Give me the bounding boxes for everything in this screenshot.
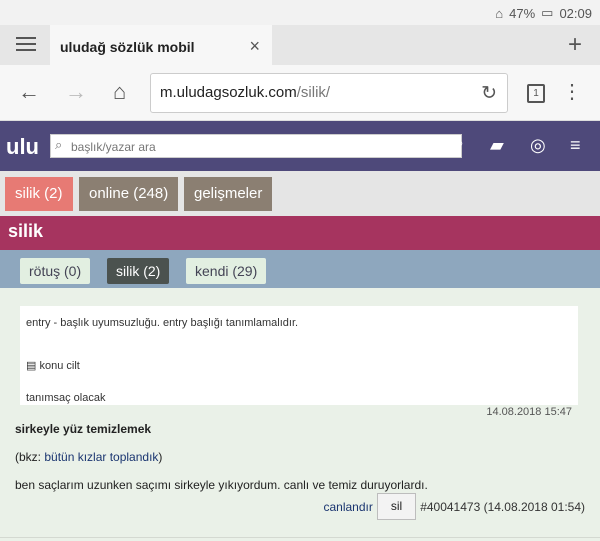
battery-icon: ▭: [541, 5, 554, 20]
status-bar: ⌂ 47% ▭ 02:09: [0, 0, 600, 25]
search-input[interactable]: ⌕ başlık/yazar ara: [50, 134, 462, 158]
page-title: silik: [8, 221, 44, 241]
delete-button[interactable]: sil: [376, 493, 417, 520]
address-field[interactable]: m.uludagsozluk.com/silik/ ↻: [150, 73, 508, 113]
back-icon[interactable]: ←: [18, 79, 40, 105]
wifi-icon: ⌂: [495, 5, 504, 21]
menu-icon[interactable]: ≡: [570, 135, 581, 156]
tab-rotus[interactable]: rötuş (0): [20, 258, 91, 284]
new-tab-icon[interactable]: +: [568, 31, 582, 59]
battery-level: 47%: [509, 5, 536, 21]
url-text: m.uludagsozluk.com/silik/: [160, 84, 330, 101]
menu-icon[interactable]: [16, 37, 36, 55]
page-header: silik: [0, 216, 600, 250]
bkz-suffix: ): [158, 450, 163, 464]
browser-tab[interactable]: uludağ sözlük mobil ×: [50, 25, 272, 65]
more-options-icon[interactable]: ⋮: [562, 79, 582, 104]
close-icon[interactable]: ×: [249, 36, 260, 57]
book-label: konu cilt: [39, 360, 80, 372]
tab-kendi[interactable]: kendi (29): [186, 258, 267, 284]
forward-icon[interactable]: →: [65, 79, 87, 105]
reload-icon[interactable]: ↻: [481, 82, 497, 105]
notice-date: 14.08.2018 15:47: [486, 406, 572, 418]
divider: [0, 537, 600, 538]
notice-topic: ▤ konu cilt: [26, 359, 80, 372]
browser-tab-strip: uludağ sözlük mobil × +: [0, 25, 600, 65]
filter-online[interactable]: online (248): [79, 177, 179, 211]
deletion-notice: entry - başlık uyumsuzluğu. entry başlığ…: [20, 306, 578, 418]
notice-message: entry - başlık uyumsuzluğu. entry başlığ…: [26, 317, 299, 329]
site-header: ulu ⌕ başlık/yazar ara ⌕ ▰ ◎ ≡: [0, 121, 600, 171]
entry-title[interactable]: sirkeyle yüz temizlemek: [15, 422, 151, 436]
address-toolbar: ← → ⌂ m.uludagsozluk.com/silik/ ↻ 1 ⋮: [0, 65, 600, 121]
home-icon[interactable]: ⌂: [113, 79, 126, 105]
subtab-bar: rötuş (0) silik (2) kendi (29): [0, 250, 600, 288]
content-area: entry - başlık uyumsuzluğu. entry başlığ…: [0, 288, 600, 541]
site-logo[interactable]: ulu: [6, 134, 39, 160]
tab-switcher-icon[interactable]: 1: [527, 84, 545, 103]
messages-icon[interactable]: ▰: [490, 135, 504, 156]
entry-meta: #40041473 (14.08.2018 01:54): [420, 499, 585, 514]
url-domain: m.uludagsozluk.com: [160, 84, 297, 101]
bkz-link[interactable]: bütün kızlar toplandık: [44, 450, 158, 464]
bkz-prefix: (bkz:: [15, 450, 45, 464]
notice-follow-up: tanımsaç olacak: [26, 392, 106, 404]
revive-link[interactable]: canlandır: [323, 500, 372, 514]
book-icon: ▤: [26, 360, 37, 372]
tab-silik[interactable]: silik (2): [107, 258, 170, 284]
entry-text: ben saçlarım uzunken saçımı sirkeyle yık…: [15, 478, 428, 492]
search-icon: ⌕: [55, 137, 63, 152]
search-placeholder: başlık/yazar ara: [71, 140, 156, 154]
clock: 02:09: [559, 5, 592, 21]
globe-icon[interactable]: ◎: [530, 135, 546, 156]
entry-footer: canlandır sil #40041473 (14.08.2018 01:5…: [323, 493, 585, 520]
entry-bkz: (bkz: bütün kızlar toplandık): [15, 450, 162, 464]
filter-gelismeler[interactable]: gelişmeler: [184, 177, 273, 211]
url-path: /silik/: [296, 84, 331, 101]
tab-title: uludağ sözlük mobil: [60, 39, 195, 55]
search-submit-icon[interactable]: ⌕: [455, 135, 464, 153]
filter-silik[interactable]: silik (2): [5, 177, 73, 211]
filter-bar: silik (2) online (248) gelişmeler: [0, 171, 600, 216]
